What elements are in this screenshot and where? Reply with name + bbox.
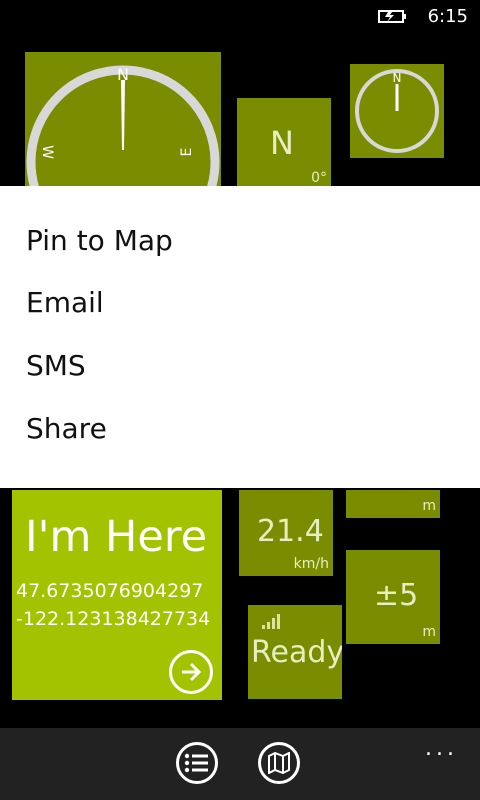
- distance-unit: m: [422, 498, 436, 514]
- mini-compass-tile[interactable]: N: [350, 64, 444, 158]
- speed-value: 21.4: [257, 514, 324, 549]
- accuracy-value: ±5: [374, 578, 419, 613]
- status-time: 6:15: [427, 6, 468, 27]
- compass-north-label: N: [117, 65, 129, 84]
- speed-tile[interactable]: 21.4 km/h: [239, 490, 333, 576]
- heading-letter: N: [270, 124, 294, 162]
- compass-dial-icon: N W E: [26, 65, 220, 186]
- menu-item-pin-to-map[interactable]: Pin to Map: [26, 224, 173, 257]
- battery-charging-icon: [378, 10, 406, 23]
- gps-status-text: Ready: [251, 635, 342, 670]
- compass-west-label: W: [39, 145, 55, 159]
- distance-tile[interactable]: m: [346, 490, 440, 518]
- app-bar: ...: [0, 728, 480, 800]
- context-menu: Pin to Map Email SMS Share: [0, 186, 480, 488]
- heading-degrees: 0°: [311, 170, 327, 186]
- compass-tile[interactable]: N W E: [25, 52, 221, 186]
- mini-compass-label: N: [393, 71, 402, 85]
- longitude-value: -122.123138427734: [16, 608, 211, 630]
- arrow-right-circle-icon[interactable]: [169, 650, 213, 694]
- latitude-value: 47.6735076904297: [16, 580, 204, 602]
- compass-east-label: E: [179, 148, 195, 157]
- speed-unit: km/h: [293, 556, 329, 572]
- im-here-tile[interactable]: I'm Here 47.6735076904297 -122.123138427…: [12, 490, 222, 700]
- map-icon[interactable]: [258, 742, 300, 784]
- im-here-title: I'm Here: [25, 512, 208, 562]
- list-icon[interactable]: [176, 742, 218, 784]
- gps-status-tile[interactable]: Ready: [248, 605, 342, 699]
- signal-bars-icon: [262, 614, 280, 629]
- menu-item-sms[interactable]: SMS: [26, 349, 86, 382]
- accuracy-unit: m: [422, 624, 436, 640]
- heading-tile[interactable]: N 0°: [237, 98, 331, 186]
- mini-compass-icon: N: [355, 69, 439, 153]
- menu-item-email[interactable]: Email: [26, 286, 104, 319]
- accuracy-tile[interactable]: ±5 m: [346, 550, 440, 644]
- menu-item-share[interactable]: Share: [26, 412, 107, 445]
- more-menu-button[interactable]: ...: [425, 736, 458, 761]
